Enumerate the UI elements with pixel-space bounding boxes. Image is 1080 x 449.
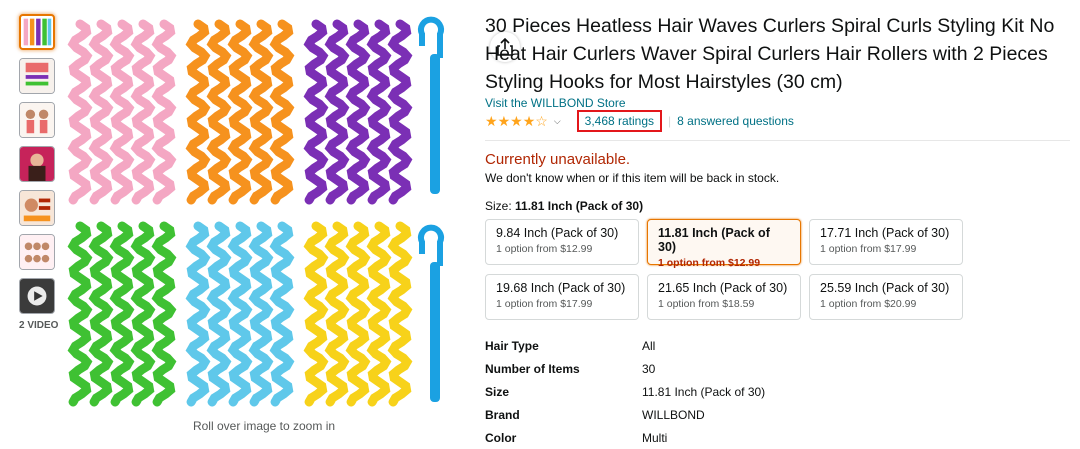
thumbnail-2[interactable] bbox=[19, 58, 55, 94]
spec-row: Size 11.81 Inch (Pack of 30) bbox=[485, 380, 1070, 403]
main-product-image[interactable] bbox=[62, 12, 520, 416]
size-option-price: 1 option from $17.99 bbox=[496, 298, 593, 310]
thumbnail-video[interactable] bbox=[19, 278, 55, 314]
size-option[interactable]: 21.65 Inch (Pack of 30) 1 option from $18… bbox=[647, 274, 801, 320]
spec-value: Multi bbox=[642, 430, 668, 445]
curler-strand bbox=[345, 19, 371, 205]
styling-hook bbox=[430, 262, 440, 402]
size-option[interactable]: 17.71 Inch (Pack of 30) 1 option from $17… bbox=[809, 219, 963, 265]
separator: | bbox=[668, 114, 672, 128]
spec-value: WILLBOND bbox=[642, 407, 705, 422]
spec-row: Number of Items 30 bbox=[485, 357, 1070, 380]
size-option-name: 21.65 Inch (Pack of 30) bbox=[658, 281, 788, 295]
half-star-icon: ☆ bbox=[535, 112, 548, 129]
star-icon: ★ bbox=[497, 112, 511, 129]
size-option-name: 25.59 Inch (Pack of 30) bbox=[820, 281, 950, 295]
spec-row: Brand WILLBOND bbox=[485, 403, 1070, 426]
size-option[interactable]: 25.59 Inch (Pack of 30) 1 option from $20… bbox=[809, 274, 963, 320]
curler-strand bbox=[324, 19, 350, 205]
curler-strand bbox=[206, 19, 232, 205]
curler-strand bbox=[248, 221, 274, 407]
product-title: 30 Pieces Heatless Hair Waves Curlers Sp… bbox=[485, 15, 1055, 93]
answered-questions-link[interactable]: 8 answered questions bbox=[677, 114, 794, 128]
spec-row: Color Multi bbox=[485, 426, 1070, 449]
chevron-down-icon[interactable]: ⌵ bbox=[554, 116, 561, 127]
curler-strand bbox=[387, 19, 413, 205]
thumbnail-4[interactable] bbox=[19, 146, 55, 182]
curler-strand bbox=[185, 221, 211, 407]
curler-strand bbox=[67, 19, 93, 205]
star-rating[interactable]: ★ ★ ★ ★ ☆ bbox=[485, 113, 548, 130]
curler-strand bbox=[303, 221, 329, 407]
size-option[interactable]: 9.84 Inch (Pack of 30) 1 option from $12.… bbox=[485, 219, 639, 265]
size-option-price: 1 option from $18.59 bbox=[658, 298, 755, 310]
size-option[interactable]: 11.81 Inch (Pack of 30) 1 option from $12… bbox=[647, 219, 801, 269]
spec-value: All bbox=[642, 338, 656, 353]
curler-strand bbox=[269, 221, 295, 407]
product-details: 30 Pieces Heatless Hair Waves Curlers Sp… bbox=[485, 12, 1070, 449]
curler-strand bbox=[206, 221, 232, 407]
curler-strand bbox=[269, 19, 295, 205]
curler-strand bbox=[387, 221, 413, 407]
size-options: 9.84 Inch (Pack of 30) 1 option from $12.… bbox=[485, 219, 1070, 320]
curler-strand bbox=[366, 221, 392, 407]
curler-strand bbox=[324, 221, 350, 407]
curler-strand bbox=[88, 221, 114, 407]
size-option-name: 9.84 Inch (Pack of 30) bbox=[496, 226, 619, 240]
thumbnail-1[interactable] bbox=[19, 14, 55, 50]
curler-strand bbox=[151, 19, 177, 205]
availability-status: Currently unavailable. bbox=[485, 151, 631, 168]
styling-hook bbox=[430, 54, 440, 194]
curler-strand bbox=[303, 19, 329, 205]
curler-strand bbox=[227, 19, 253, 205]
spec-key: Number of Items bbox=[485, 361, 580, 376]
styling-hook-tip bbox=[418, 16, 444, 58]
curler-strand bbox=[366, 19, 392, 205]
ratings-count-link[interactable]: 3,468 ratings bbox=[576, 110, 663, 132]
size-selected-value: 11.81 Inch (Pack of 30) bbox=[515, 199, 644, 213]
size-option-name: 19.68 Inch (Pack of 30) bbox=[496, 281, 626, 295]
spec-key: Hair Type bbox=[485, 338, 539, 353]
thumbnail-5[interactable] bbox=[19, 190, 55, 226]
spec-row: Hair Type All bbox=[485, 334, 1070, 357]
video-count-label: 2 VIDEO bbox=[19, 320, 59, 331]
spec-value: 30 bbox=[642, 361, 656, 376]
curler-strand bbox=[151, 221, 177, 407]
curler-strand bbox=[130, 221, 156, 407]
thumbnail-3[interactable] bbox=[19, 102, 55, 138]
curler-strand bbox=[109, 19, 135, 205]
star-icon: ★ bbox=[510, 112, 523, 129]
size-option-price: 1 option from $12.99 bbox=[496, 243, 593, 255]
curler-strand bbox=[130, 19, 156, 205]
curler-strand bbox=[345, 221, 371, 407]
rating-row: ★ ★ ★ ★ ☆ ⌵ 3,468 ratings | 8 answered q… bbox=[485, 110, 1070, 132]
size-option-price: 1 option from $12.99 bbox=[658, 257, 761, 269]
curler-strand bbox=[67, 221, 93, 407]
curler-strand bbox=[88, 19, 114, 205]
curler-strand bbox=[248, 19, 274, 205]
divider bbox=[485, 140, 1070, 141]
availability-note: We don't know when or if this item will … bbox=[485, 171, 780, 185]
curler-strand bbox=[109, 221, 135, 407]
spec-key: Color bbox=[485, 430, 517, 445]
zoom-hint: Roll over image to zoom in bbox=[192, 419, 336, 433]
spec-value: 11.81 Inch (Pack of 30) bbox=[642, 384, 766, 399]
spec-key: Size bbox=[485, 384, 510, 399]
star-icon: ★ bbox=[522, 112, 536, 129]
size-option-name: 17.71 Inch (Pack of 30) bbox=[820, 226, 950, 240]
size-label: Size: 11.81 Inch (Pack of 30) bbox=[485, 199, 644, 213]
size-option-name: 11.81 Inch (Pack of 30) bbox=[658, 226, 770, 254]
styling-hook-tip bbox=[418, 224, 444, 266]
thumbnail-6[interactable] bbox=[19, 234, 55, 270]
store-link[interactable]: Visit the WILLBOND Store bbox=[485, 96, 1070, 110]
curler-strand bbox=[227, 221, 253, 407]
size-option-price: 1 option from $20.99 bbox=[820, 298, 917, 310]
curler-strand bbox=[185, 19, 211, 205]
star-icon: ★ bbox=[485, 112, 498, 129]
spec-key: Brand bbox=[485, 407, 520, 422]
thumbnail-strip bbox=[19, 14, 59, 322]
size-option[interactable]: 19.68 Inch (Pack of 30) 1 option from $17… bbox=[485, 274, 639, 320]
specs-table: Hair Type All Number of Items 30 Size 11.81 I… bbox=[485, 334, 1070, 449]
size-option-price: 1 option from $17.99 bbox=[820, 243, 917, 255]
